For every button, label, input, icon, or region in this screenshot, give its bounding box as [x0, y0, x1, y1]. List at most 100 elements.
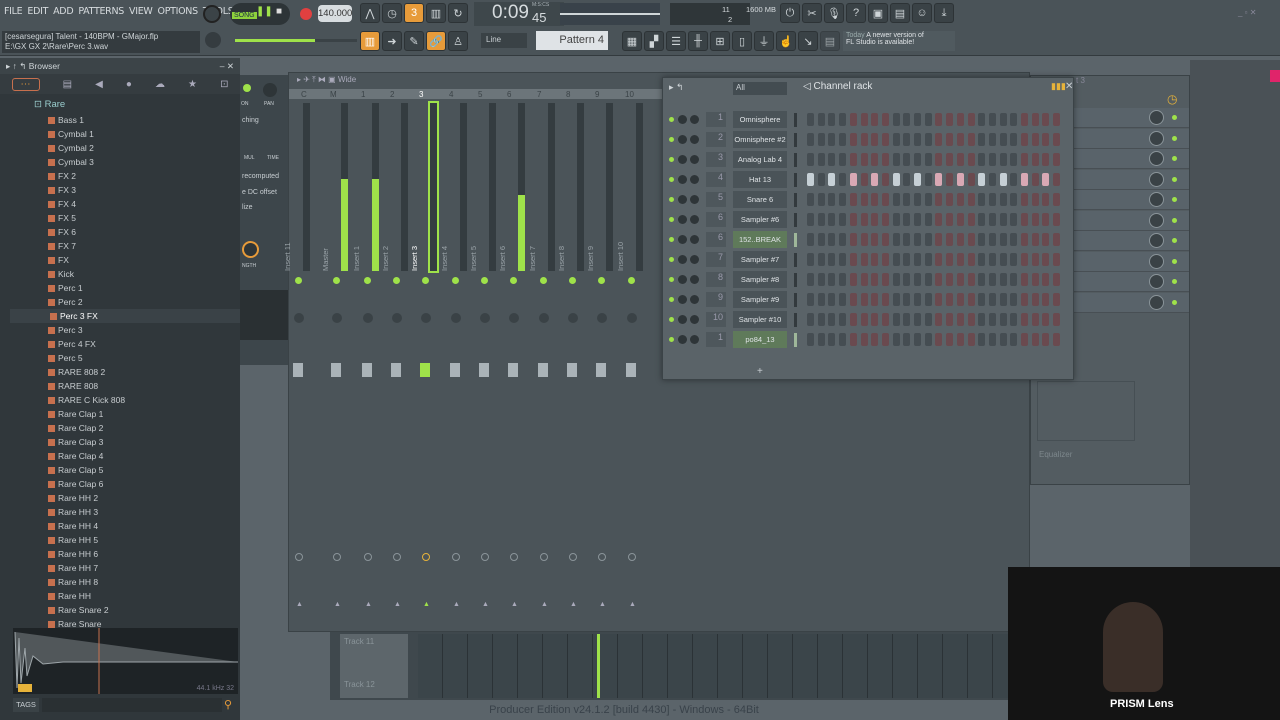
step-button[interactable] — [999, 113, 1007, 126]
step-button[interactable] — [924, 173, 932, 186]
step-button[interactable] — [1010, 213, 1018, 226]
step-button[interactable] — [956, 113, 964, 126]
mixer-strip[interactable]: Insert 5 ▲ — [469, 93, 503, 623]
step-button[interactable] — [817, 233, 825, 246]
step-button[interactable] — [1010, 173, 1018, 186]
menu-patterns[interactable]: PATTERNS — [78, 6, 124, 17]
step-button[interactable] — [871, 273, 879, 286]
step-button[interactable] — [956, 233, 964, 246]
chat-icon[interactable]: ☺ — [912, 3, 932, 23]
channel-pan-knob[interactable] — [678, 275, 687, 284]
step-button[interactable] — [881, 293, 889, 306]
channel-volume-knob[interactable] — [690, 115, 699, 124]
step-button[interactable] — [881, 173, 889, 186]
mute-led[interactable] — [569, 277, 576, 284]
mixer-strip[interactable]: Insert 2 ▲ — [381, 93, 415, 623]
step-button[interactable] — [1053, 333, 1061, 346]
volume-fader[interactable] — [626, 363, 636, 377]
step-button[interactable] — [988, 253, 996, 266]
step-button[interactable] — [988, 333, 996, 346]
file-item[interactable]: Kick — [48, 267, 74, 281]
step-button[interactable] — [1031, 193, 1039, 206]
tab-folder-icon[interactable]: ⊡ — [220, 79, 228, 90]
step-button[interactable] — [1053, 113, 1061, 126]
step-button[interactable] — [1053, 253, 1061, 266]
file-item[interactable]: Rare HH 8 — [48, 575, 98, 589]
channel-volume-knob[interactable] — [690, 175, 699, 184]
step-button[interactable] — [999, 193, 1007, 206]
mute-led[interactable] — [295, 277, 302, 284]
step-button[interactable] — [817, 133, 825, 146]
channel-volume-knob[interactable] — [690, 315, 699, 324]
channel-row[interactable]: 1 Omnisphere — [663, 110, 1073, 130]
fx-enable-led[interactable] — [1172, 197, 1177, 202]
mixer-strip[interactable]: Insert 3 ▲ — [410, 93, 444, 623]
touch-icon[interactable]: ☝ — [776, 31, 796, 51]
step-button[interactable] — [1042, 273, 1050, 286]
step-button[interactable] — [1031, 213, 1039, 226]
channel-row[interactable]: 10 Sampler #10 — [663, 310, 1073, 330]
step-button[interactable] — [946, 293, 954, 306]
step-button[interactable] — [807, 333, 814, 346]
volume-fader[interactable] — [450, 363, 460, 377]
file-item[interactable]: Rare Clap 3 — [48, 435, 103, 449]
step-button[interactable] — [839, 253, 847, 266]
step-button[interactable] — [817, 253, 825, 266]
channel-volume-knob[interactable] — [690, 135, 699, 144]
step-button[interactable] — [807, 233, 814, 246]
fx-enable-led[interactable] — [1172, 176, 1177, 182]
master-volume-knob[interactable] — [203, 5, 221, 23]
step-button[interactable] — [807, 113, 814, 126]
step-button[interactable] — [1042, 333, 1050, 346]
play-marker-icon[interactable] — [18, 684, 32, 692]
volume-fader[interactable] — [538, 363, 548, 377]
step-button[interactable] — [849, 133, 857, 146]
record-button[interactable] — [300, 8, 312, 20]
close-icon[interactable]: – ✕ — [220, 61, 234, 72]
playlist-grid[interactable] — [418, 634, 1008, 698]
step-button[interactable] — [1031, 153, 1039, 166]
step-button[interactable] — [946, 153, 954, 166]
step-button[interactable] — [871, 333, 879, 346]
step-button[interactable] — [1010, 133, 1018, 146]
fx-mix-knob[interactable] — [1149, 110, 1164, 125]
mixer-strip[interactable]: Insert 8 ▲ — [557, 93, 591, 623]
search-input[interactable] — [42, 698, 222, 712]
snap-select[interactable]: Line — [481, 33, 527, 48]
step-button[interactable] — [1021, 313, 1028, 326]
step-button[interactable] — [1021, 273, 1028, 286]
step-button[interactable] — [839, 133, 847, 146]
channel-select[interactable] — [794, 313, 797, 327]
step-button[interactable] — [860, 233, 868, 246]
channel-pan-knob[interactable] — [678, 295, 687, 304]
step-button[interactable] — [946, 273, 954, 286]
step-button[interactable] — [978, 253, 986, 266]
news-panel[interactable]: Today A newer version of FL Studio is av… — [843, 31, 955, 51]
step-button[interactable] — [999, 313, 1007, 326]
step-button[interactable] — [807, 253, 814, 266]
route-arrow-icon[interactable]: ▲ — [423, 601, 430, 608]
mixer-faders-icon[interactable]: ╫ — [688, 31, 708, 51]
step-button[interactable] — [871, 313, 879, 326]
step-button[interactable] — [935, 133, 943, 146]
step-button[interactable] — [860, 213, 868, 226]
mixer-strip[interactable]: Insert 7 ▲ — [528, 93, 562, 623]
channel-mute-led[interactable] — [669, 337, 674, 342]
step-button[interactable] — [849, 173, 857, 186]
cut-icon[interactable]: ✂ — [802, 3, 822, 23]
mixer-track-select[interactable]: 6 — [706, 212, 726, 227]
file-item[interactable]: Rare Clap 6 — [48, 477, 103, 491]
mixer-strip[interactable]: Insert 11 ▲ — [283, 93, 317, 623]
step-button[interactable] — [1053, 293, 1061, 306]
mute-led[interactable] — [628, 277, 635, 284]
step-button[interactable] — [1021, 173, 1028, 186]
fx-send-knob[interactable] — [295, 553, 303, 561]
step-button[interactable] — [1042, 253, 1050, 266]
step-button[interactable] — [828, 313, 836, 326]
step-button[interactable] — [860, 173, 868, 186]
step-button[interactable] — [828, 213, 836, 226]
menu-options[interactable]: OPTIONS — [158, 6, 199, 17]
step-button[interactable] — [935, 113, 943, 126]
step-button[interactable] — [892, 313, 900, 326]
rack-nav-icon[interactable]: ▸ ↰ — [669, 82, 684, 93]
